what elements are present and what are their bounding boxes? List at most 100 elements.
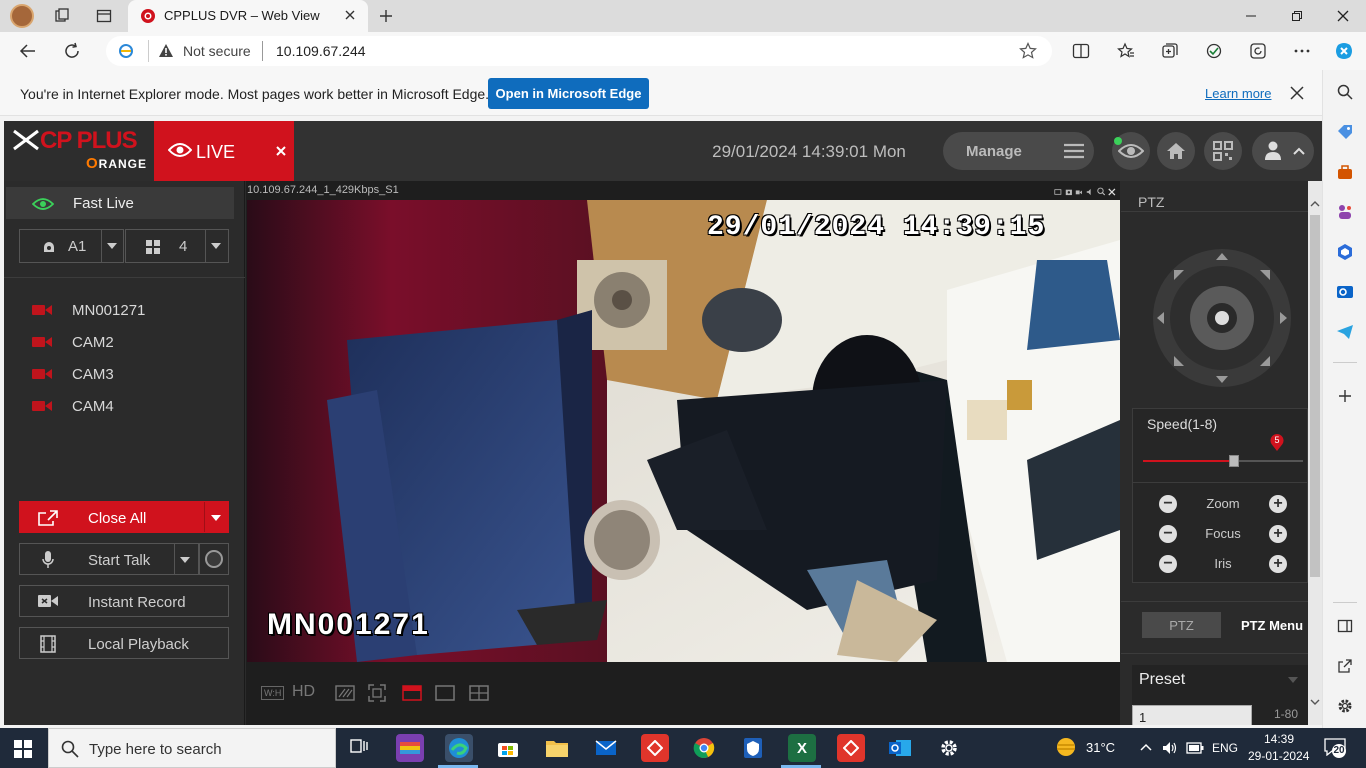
scroll-thumb[interactable]: [1310, 215, 1320, 577]
tools-icon[interactable]: [1333, 160, 1357, 184]
address-bar[interactable]: Not secure 10.109.67.244: [106, 36, 1052, 66]
ie-mode-icon[interactable]: [118, 43, 134, 59]
outlook-icon[interactable]: [1333, 280, 1357, 304]
edge-browser-icon[interactable]: [445, 734, 473, 762]
settings-gear-icon[interactable]: [1333, 694, 1357, 718]
tab-ptz-menu[interactable]: PTZ Menu: [1234, 612, 1310, 638]
open-in-edge-button[interactable]: Open in Microsoft Edge: [488, 78, 649, 109]
focus-near-button[interactable]: −: [1159, 525, 1177, 543]
scroll-up-icon[interactable]: [1310, 200, 1320, 207]
battery-icon[interactable]: [1186, 742, 1204, 754]
tab-live[interactable]: LIVE: [154, 121, 294, 181]
snapshot-icon[interactable]: [1065, 187, 1073, 197]
digital-zoom-icon[interactable]: [1054, 187, 1062, 197]
close-all-button[interactable]: Close All: [19, 501, 229, 533]
new-tab-button[interactable]: [372, 4, 400, 28]
minimize-button[interactable]: [1228, 0, 1274, 32]
instant-record-button[interactable]: Instant Record: [19, 585, 229, 617]
volume-icon[interactable]: [1162, 740, 1178, 756]
anydesk-icon[interactable]: [641, 734, 669, 762]
split-screen-icon[interactable]: [1069, 39, 1093, 63]
quad-view-icon[interactable]: [469, 685, 489, 701]
clock-time[interactable]: 14:39: [1264, 732, 1294, 746]
windows-start-icon[interactable]: [14, 740, 32, 758]
back-arrow-icon[interactable]: [16, 39, 40, 63]
refresh-icon[interactable]: [60, 39, 84, 63]
search-icon[interactable]: [1333, 80, 1357, 104]
clock-date[interactable]: 29-01-2024: [1248, 749, 1309, 763]
weather-sun-icon[interactable]: [1054, 736, 1078, 758]
security-shield-icon[interactable]: [739, 734, 767, 762]
layout-select[interactable]: 4: [125, 229, 229, 263]
favorites-icon[interactable]: [1114, 39, 1138, 63]
file-explorer-icon[interactable]: [543, 734, 571, 762]
hd-button[interactable]: HD: [292, 683, 315, 701]
speed-thumb[interactable]: [1229, 455, 1239, 467]
anydesk-window-icon[interactable]: [837, 734, 865, 762]
close-window-button[interactable]: [1320, 0, 1366, 32]
talk-status-button[interactable]: [199, 543, 229, 575]
camera-item[interactable]: CAM2: [32, 330, 114, 354]
more-menu-icon[interactable]: [1290, 39, 1314, 63]
fullscreen-icon[interactable]: [368, 684, 386, 702]
telegram-icon[interactable]: [1333, 320, 1357, 344]
url-text[interactable]: 10.109.67.244: [276, 43, 366, 59]
local-playback-button[interactable]: Local Playback: [19, 627, 229, 659]
task-view-icon[interactable]: [346, 734, 374, 762]
profile-avatar[interactable]: [8, 4, 36, 28]
ptz-direction-pad[interactable]: [1152, 248, 1292, 388]
workspaces-icon[interactable]: [48, 4, 76, 28]
split-view-active-icon[interactable]: [402, 685, 422, 701]
chevron-down-icon[interactable]: [211, 515, 221, 521]
security-label[interactable]: Not secure: [183, 43, 251, 59]
focus-far-button[interactable]: +: [1269, 525, 1287, 543]
zoom-out-button[interactable]: −: [1159, 495, 1177, 513]
outlook-taskbar-icon[interactable]: [886, 734, 914, 762]
hide-sidebar-icon[interactable]: [1333, 614, 1357, 638]
external-link-icon[interactable]: [1333, 654, 1357, 678]
learn-more-link[interactable]: Learn more: [1205, 86, 1271, 101]
camera-video-feed[interactable]: 29/01/2024 14:39:15 MN001271: [247, 200, 1120, 662]
games-icon[interactable]: [1333, 200, 1357, 224]
qr-code-button[interactable]: [1204, 132, 1242, 170]
extensions-icon[interactable]: [1202, 39, 1226, 63]
fast-live-header[interactable]: Fast Live: [6, 187, 234, 219]
camera-item[interactable]: CAM3: [32, 362, 114, 386]
ptz-scrollbar[interactable]: [1308, 181, 1322, 725]
zoom-in-button[interactable]: +: [1269, 495, 1287, 513]
preset-number-input[interactable]: 1: [1132, 705, 1252, 725]
camera-item[interactable]: CAM4: [32, 394, 114, 418]
close-tab-icon[interactable]: [344, 9, 356, 21]
audio-icon[interactable]: [1086, 187, 1094, 197]
excel-icon[interactable]: X: [788, 734, 816, 762]
chevron-up-icon[interactable]: [1140, 743, 1152, 751]
tab-ptz[interactable]: PTZ: [1142, 612, 1221, 638]
favorite-star-icon[interactable]: [1019, 42, 1037, 60]
microsoft-365-icon[interactable]: [1333, 240, 1357, 264]
home-button[interactable]: [1157, 132, 1195, 170]
iris-close-button[interactable]: −: [1159, 555, 1177, 573]
restore-button[interactable]: [1274, 0, 1320, 32]
chevron-down-icon[interactable]: [1288, 677, 1298, 683]
winrar-icon[interactable]: [396, 734, 424, 762]
weather-temperature[interactable]: 31°C: [1086, 740, 1115, 755]
settings-gear-icon[interactable]: [935, 734, 963, 762]
mail-icon[interactable]: [592, 734, 620, 762]
user-menu-button[interactable]: [1252, 132, 1314, 170]
single-view-icon[interactable]: [435, 685, 455, 701]
start-talk-button[interactable]: Start Talk: [19, 543, 199, 575]
warning-icon[interactable]: [158, 43, 174, 59]
add-sidebar-app-icon[interactable]: [1333, 384, 1357, 408]
close-infobar-icon[interactable]: [1290, 86, 1304, 100]
chrome-icon[interactable]: [690, 734, 718, 762]
zoom-icon[interactable]: [1097, 186, 1105, 197]
input-language[interactable]: ENG: [1212, 741, 1238, 755]
browser-tab[interactable]: CPPLUS DVR – Web View: [128, 0, 368, 32]
copilot-icon[interactable]: [1332, 39, 1356, 63]
notification-center-button[interactable]: 20: [1324, 738, 1348, 758]
tab-actions-icon[interactable]: [90, 4, 118, 28]
iris-open-button[interactable]: +: [1269, 555, 1287, 573]
record-clip-icon[interactable]: [1075, 187, 1083, 197]
speed-slider[interactable]: 5: [1143, 433, 1303, 473]
close-live-tab-icon[interactable]: [276, 146, 286, 156]
